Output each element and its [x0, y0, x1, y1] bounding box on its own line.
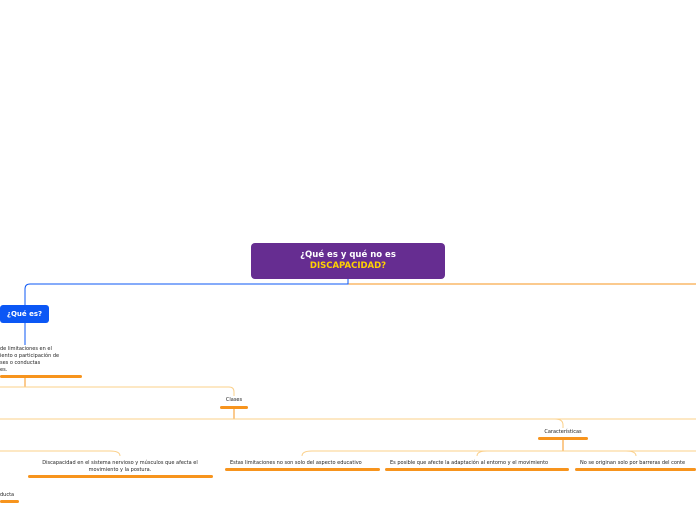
clases-item-underline — [28, 475, 213, 478]
clases-item-paralisis[interactable]: Discapacidad en el sistema nervioso y mú… — [28, 460, 212, 474]
topic-que-es[interactable]: ¿Qué es? — [0, 305, 49, 323]
connector-caract-item1 — [301, 450, 313, 457]
caract-item-adaptacion-underline — [385, 468, 569, 471]
connector-caract-item2 — [476, 450, 488, 457]
definition-line: es. — [0, 367, 8, 373]
clases-item-line: movimiento y la postura. — [88, 467, 152, 473]
connector-clases-item1 — [0, 450, 121, 457]
clases-item-conducta[interactable]: ducta — [0, 492, 14, 499]
clases-item-conducta-underline — [0, 500, 19, 503]
root-topic[interactable]: ¿Qué es y qué no es DISCAPACIDAD? — [251, 243, 445, 279]
caract-item-educativo[interactable]: Estas limitaciones no son solo del aspec… — [230, 460, 362, 467]
definition-underline — [0, 375, 82, 378]
definition-text[interactable]: de limitaciones en el iento o participac… — [0, 346, 59, 374]
definition-line: ses o conductas — [0, 360, 41, 366]
clases-item-line: Discapacidad en el sistema nervioso y mú… — [42, 460, 198, 466]
caract-item-adaptacion[interactable]: Es posible que afecte la adaptación al e… — [390, 460, 548, 467]
caract-item-barreras[interactable]: No se originan solo por barreras del con… — [580, 460, 685, 467]
clases-underline — [220, 406, 248, 409]
caract-item-barreras-underline — [575, 468, 696, 471]
root-title-line1: ¿Qué es y qué no es — [300, 250, 396, 260]
connector-root-que-es — [24, 279, 349, 305]
definition-line: iento o participación de — [0, 353, 60, 359]
connector-to-caracteristicas — [554, 418, 564, 428]
root-title-line2: DISCAPACIDAD? — [309, 261, 387, 271]
connector-root-right — [347, 279, 696, 285]
mind-map-canvas: ¿Qué es y qué no es DISCAPACIDAD? ¿Qué e… — [0, 0, 696, 520]
connector-clases-branch — [0, 386, 235, 396]
caract-item-educativo-underline — [225, 468, 380, 471]
topic-caracteristicas[interactable]: Características — [538, 429, 588, 436]
definition-line: de limitaciones en el — [0, 346, 52, 352]
topic-clases[interactable]: Clases — [220, 397, 248, 404]
caracteristicas-underline — [538, 437, 588, 440]
connector-caract-item3 — [625, 450, 637, 457]
